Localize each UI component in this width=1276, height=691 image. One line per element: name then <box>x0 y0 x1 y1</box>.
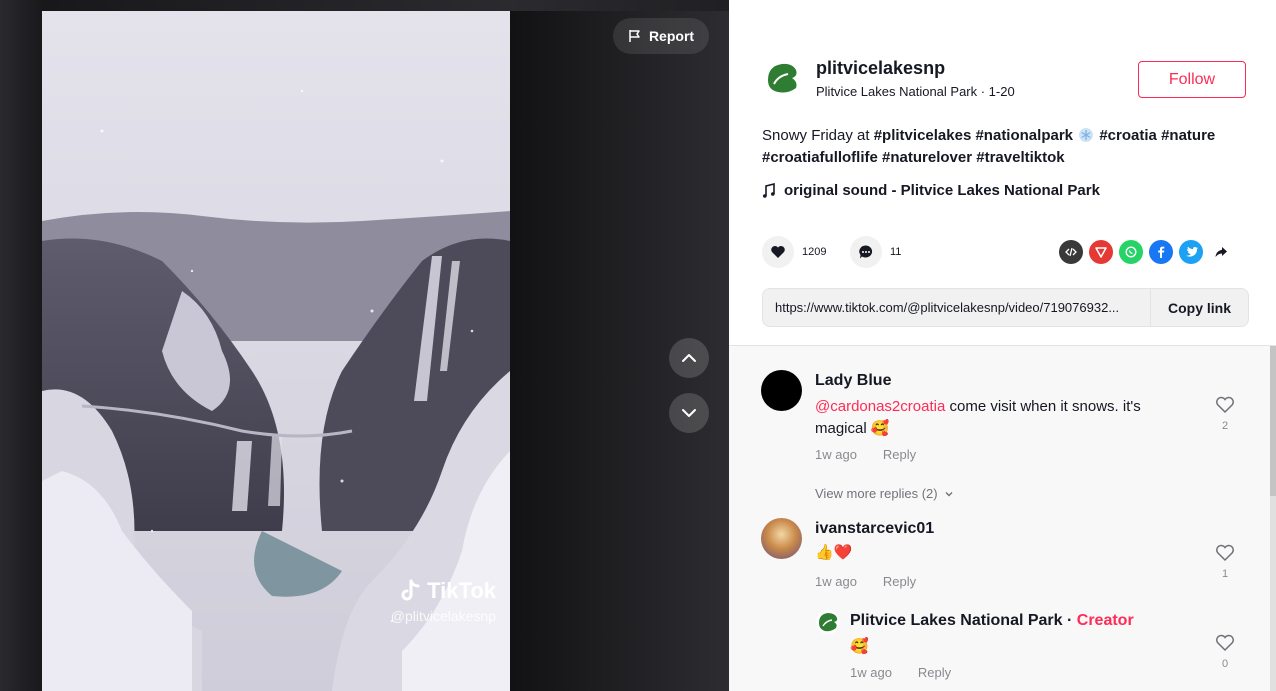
tiktok-watermark: TikTok @plitvicelakesnp <box>370 578 496 624</box>
comment-action[interactable]: 11 <box>850 236 901 268</box>
chevron-up-icon <box>682 354 696 362</box>
watermark-brand: TikTok <box>427 578 496 603</box>
author-username[interactable]: plitvicelakesnp <box>816 58 945 79</box>
whatsapp-icon[interactable] <box>1119 240 1143 264</box>
reply-author-line: Plitvice Lakes National Park · Creator <box>850 612 1134 630</box>
commenter-avatar[interactable] <box>761 518 802 559</box>
comment-time: 1w ago <box>815 447 857 462</box>
creator-badge: Creator <box>1076 612 1134 629</box>
previous-video-button[interactable] <box>669 338 709 378</box>
author-avatar[interactable] <box>762 58 802 98</box>
follow-button[interactable]: Follow <box>1138 61 1246 98</box>
comment-text: 👍❤️ <box>815 544 853 561</box>
video-info-section: plitvicelakesnp Plitvice Lakes National … <box>729 0 1276 345</box>
comment-button[interactable] <box>850 236 882 268</box>
hashtag[interactable]: #plitvicelakes <box>874 127 972 144</box>
comment-meta: 1w ago Reply <box>815 574 916 589</box>
commenter-avatar[interactable] <box>761 370 802 411</box>
comment-like[interactable]: 2 <box>1213 396 1237 432</box>
report-label: Report <box>648 28 695 44</box>
heart-outline-icon <box>1216 634 1234 652</box>
hashtag[interactable]: #nature <box>1161 127 1215 144</box>
video-caption: Snowy Friday at #plitvicelakes #national… <box>762 125 1257 169</box>
like-button[interactable] <box>762 236 794 268</box>
comment-meta: 1w ago Reply <box>850 665 951 680</box>
sound-label: original sound - Plitvice Lakes National… <box>784 182 1100 199</box>
chevron-down-small-icon <box>945 491 953 496</box>
embed-icon[interactable] <box>1059 240 1083 264</box>
share-arrow-icon[interactable] <box>1209 240 1233 264</box>
commenter-name[interactable]: Plitvice Lakes National Park <box>850 612 1063 629</box>
heart-outline-icon <box>1216 544 1234 562</box>
commenter-name[interactable]: ivanstarcevic01 <box>815 520 934 538</box>
send-icon[interactable] <box>1089 240 1113 264</box>
reply-button[interactable]: Reply <box>918 665 951 680</box>
tiktok-logo-icon <box>401 579 420 601</box>
author-subtitle: Plitvice Lakes National Park · 1-20 <box>816 84 1015 99</box>
smiling-face-hearts-emoji: 🥰 <box>870 420 890 437</box>
heart-icon <box>771 246 785 258</box>
music-note-icon <box>763 182 775 198</box>
copy-link-button[interactable]: Copy link <box>1150 289 1248 326</box>
reply-button[interactable]: Reply <box>883 574 916 589</box>
like-action[interactable]: 1209 <box>762 236 826 268</box>
bear-logo-icon <box>819 613 838 632</box>
video-stage: Report TikTok @plitvicelakesnp <box>0 0 729 691</box>
hashtag[interactable]: #traveltiktok <box>976 149 1064 166</box>
comment-bubble-icon <box>859 245 873 259</box>
comment-list: Lady Blue @cardonas2croatia come visit w… <box>729 345 1276 691</box>
comment-like-count: 0 <box>1221 658 1229 670</box>
share-link-box: https://www.tiktok.com/@plitvicelakesnp/… <box>762 288 1249 327</box>
hashtag[interactable]: #croatia <box>1099 127 1157 144</box>
heart-outline-icon <box>1216 396 1234 414</box>
scrollbar-thumb[interactable] <box>1270 346 1276 496</box>
report-button[interactable]: Report <box>613 18 709 54</box>
comment-scrollbar[interactable] <box>1270 346 1276 691</box>
video-link-url[interactable]: https://www.tiktok.com/@plitvicelakesnp/… <box>763 300 1150 315</box>
bear-logo-icon <box>763 59 801 97</box>
comment-time: 1w ago <box>850 665 892 680</box>
comment-text: 🥰 <box>850 638 869 655</box>
chevron-down-icon <box>682 409 696 417</box>
watermark-handle: @plitvicelakesnp <box>390 608 496 624</box>
creator-avatar[interactable] <box>816 610 840 634</box>
comment-like[interactable]: 0 <box>1213 634 1237 670</box>
comment-like[interactable]: 1 <box>1213 544 1237 580</box>
next-video-button[interactable] <box>669 393 709 433</box>
sound-link[interactable]: original sound - Plitvice Lakes National… <box>762 182 1100 199</box>
twitter-icon[interactable] <box>1179 240 1203 264</box>
more-replies-label: View more replies (2) <box>815 486 938 501</box>
snowflake-icon <box>1079 128 1094 142</box>
comment-count: 11 <box>890 246 902 258</box>
comment-like-count: 1 <box>1221 568 1229 580</box>
comment-mention[interactable]: @cardonas2croatia <box>815 398 945 415</box>
caption-text: Snowy Friday at <box>762 127 874 144</box>
watermark-logo: TikTok <box>370 578 496 604</box>
flag-icon <box>629 30 640 42</box>
facebook-icon[interactable] <box>1149 240 1173 264</box>
view-more-replies[interactable]: View more replies (2) <box>815 486 954 501</box>
commenter-name[interactable]: Lady Blue <box>815 372 891 390</box>
name-separator: · <box>1062 612 1077 629</box>
hashtag[interactable]: #nationalpark <box>975 127 1073 144</box>
reply-button[interactable]: Reply <box>883 447 916 462</box>
like-count: 1209 <box>802 246 827 258</box>
hashtag[interactable]: #croatiafulloflife <box>762 149 878 166</box>
hashtag[interactable]: #naturelover <box>882 149 972 166</box>
share-icons <box>1059 240 1233 264</box>
comment-meta: 1w ago Reply <box>815 447 916 462</box>
comment-like-count: 2 <box>1221 420 1229 432</box>
info-panel: plitvicelakesnp Plitvice Lakes National … <box>729 0 1276 691</box>
comment-text: @cardonas2croatia come visit when it sno… <box>815 396 1195 440</box>
comment-time: 1w ago <box>815 574 857 589</box>
